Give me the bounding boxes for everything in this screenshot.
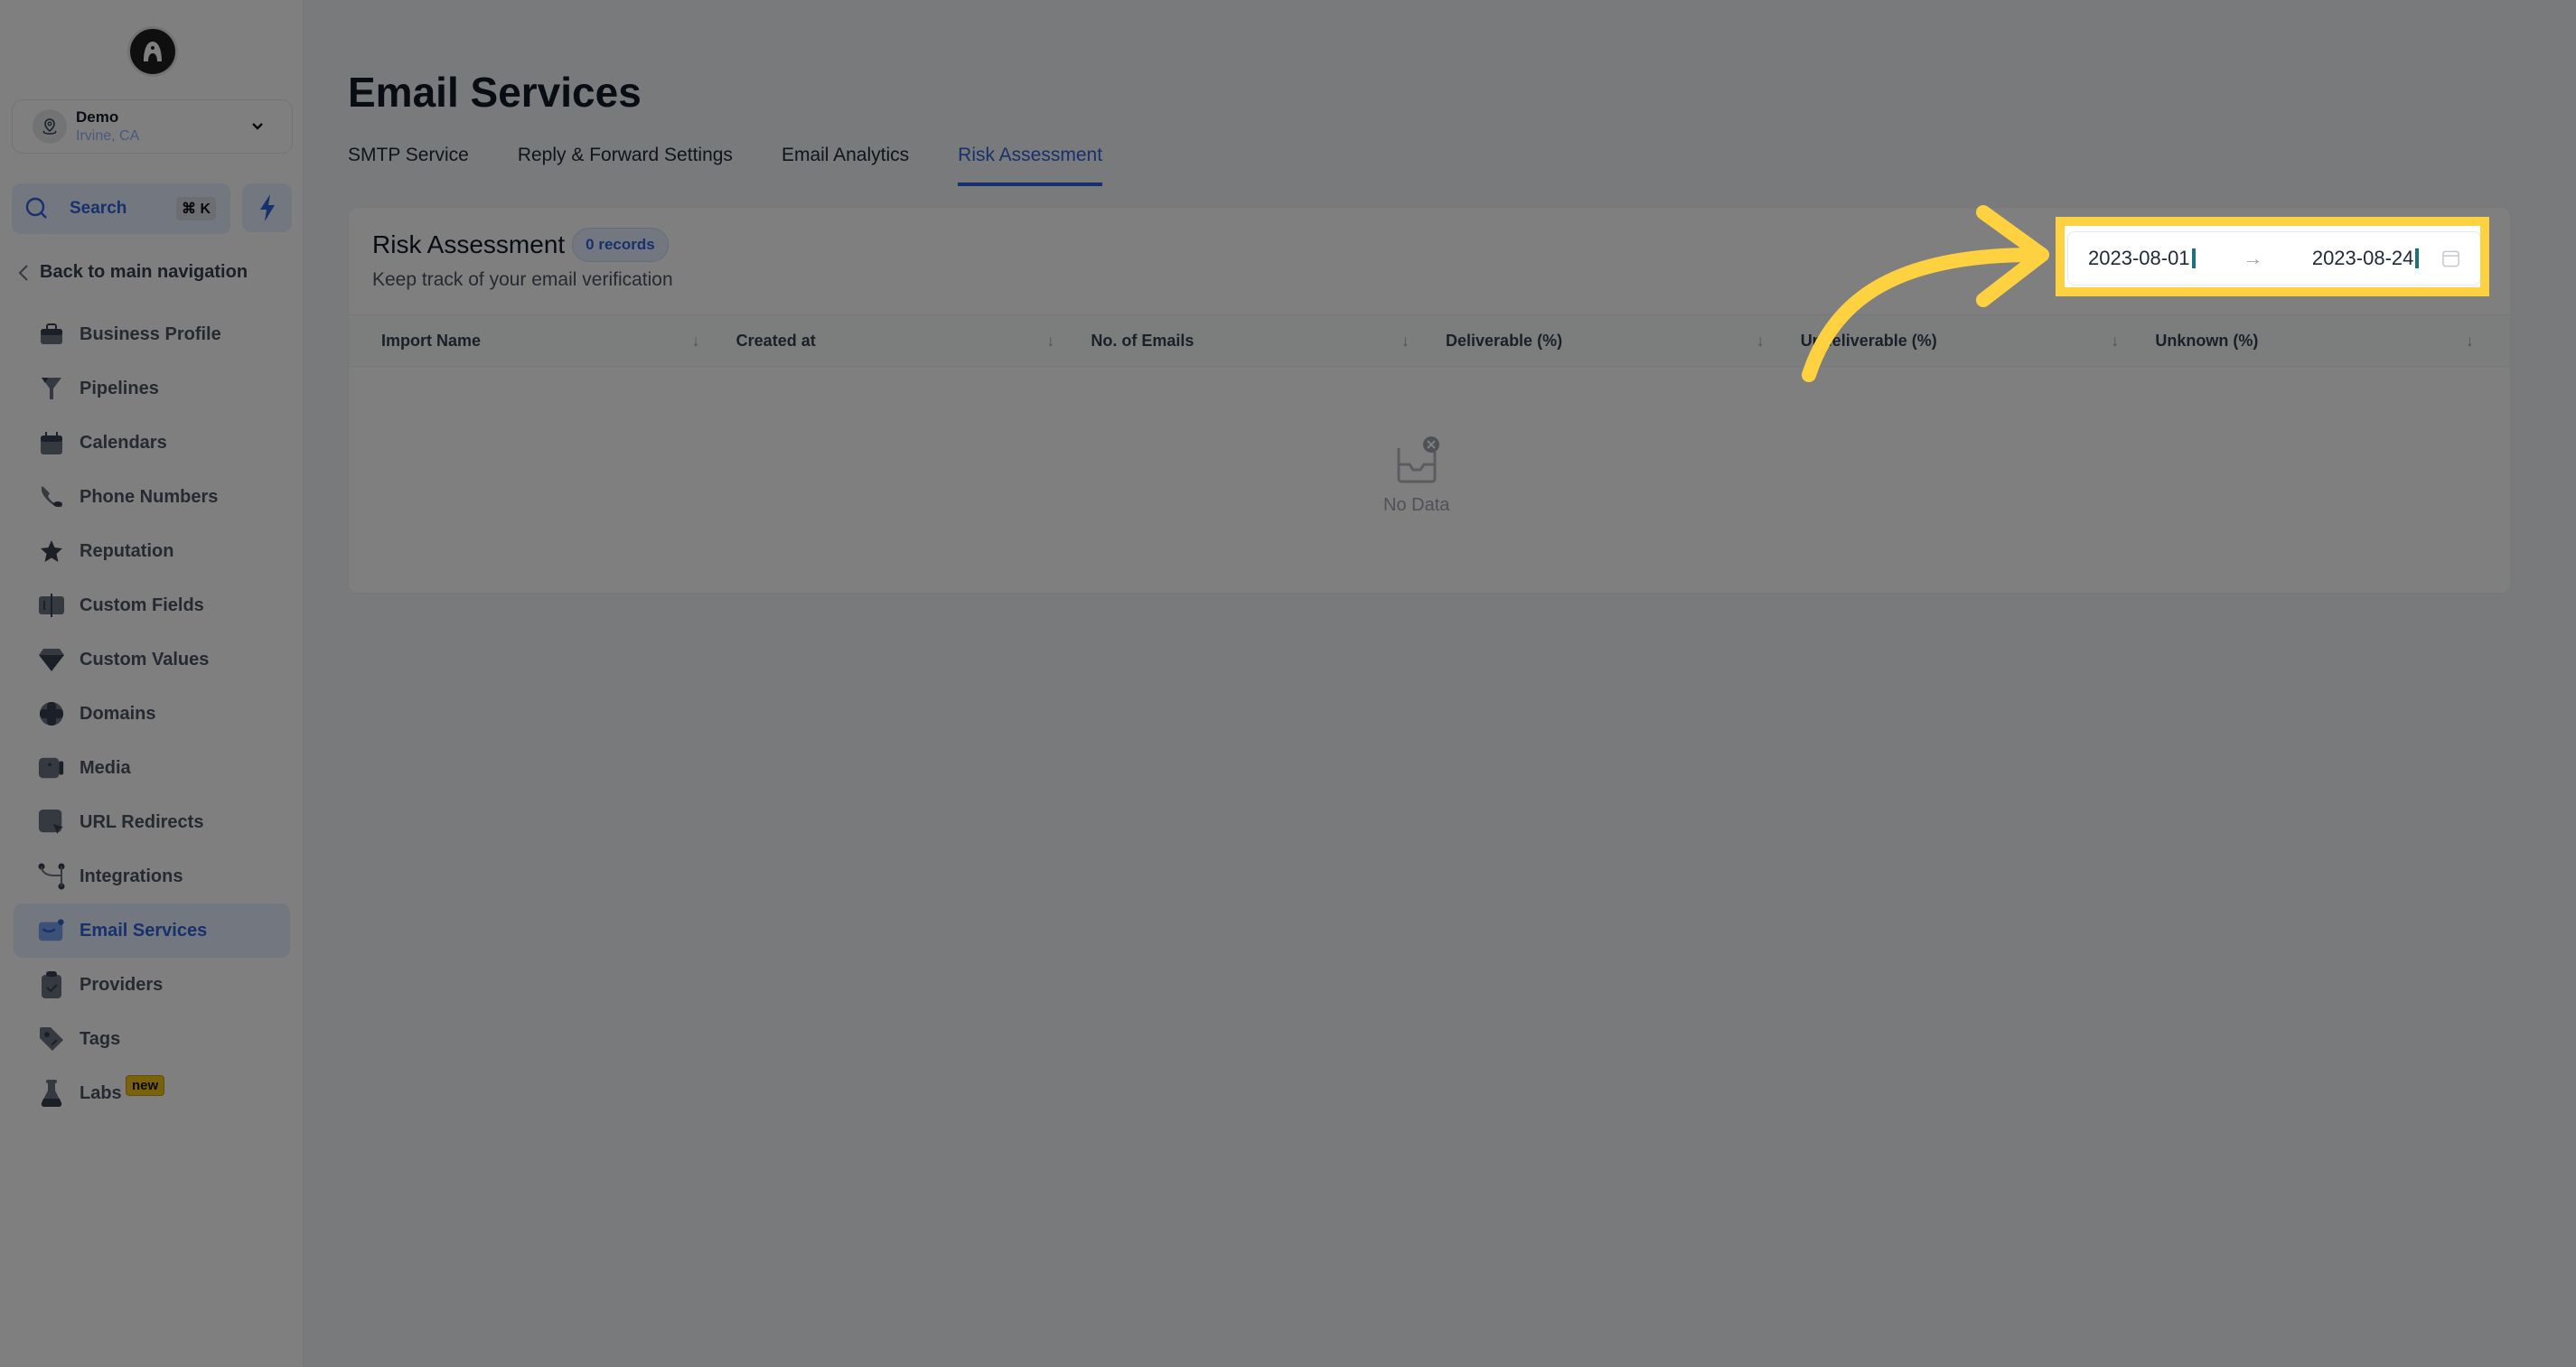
nav-label: Pipelines [80, 378, 159, 398]
nav-label: Calendars [80, 432, 167, 453]
column-import-name[interactable]: Import Name ↓ [381, 315, 736, 366]
nav-label: Custom Values [80, 649, 210, 669]
sidebar-item-calendars[interactable]: Calendars [14, 416, 290, 470]
globe-icon [38, 700, 65, 727]
location-pin-icon [33, 109, 67, 144]
tab-reply-forward-settings[interactable]: Reply & Forward Settings [518, 145, 733, 186]
empty-state-text: No Data [1383, 495, 1450, 515]
sidebar-item-tags[interactable]: Tags [14, 1012, 290, 1066]
column-label: Unknown (%) [2155, 331, 2259, 350]
sidebar-item-pipelines[interactable]: Pipelines [14, 361, 290, 416]
tag-icon [38, 1025, 65, 1053]
column-no-of-emails[interactable]: No. of Emails ↓ [1091, 315, 1446, 366]
nav-label: Media [80, 757, 131, 778]
column-undeliverable[interactable]: Undeliverable (%) ↓ [1801, 315, 2156, 366]
search-label: Search [70, 199, 127, 218]
sidebar-item-providers[interactable]: Providers [14, 958, 290, 1012]
card-subtitle: Keep track of your email verification [372, 269, 673, 290]
empty-inbox-icon [1397, 436, 1439, 483]
nav-label: Tags [80, 1028, 121, 1049]
account-switcher[interactable]: Demo Irvine, CA [12, 99, 293, 154]
clipboard-icon [38, 971, 65, 998]
sidebar-item-business-profile[interactable]: Business Profile [14, 307, 290, 361]
calendar-icon [38, 429, 65, 456]
empty-state: No Data [1383, 435, 1449, 516]
video-icon [38, 754, 65, 782]
chevron-down-icon [252, 123, 263, 130]
star-icon [38, 538, 65, 565]
tab-smtp-service[interactable]: SMTP Service [348, 145, 469, 186]
sidebar-item-custom-values[interactable]: Custom Values [14, 632, 290, 687]
nav-label: Email Services [80, 920, 208, 941]
column-label: Deliverable (%) [1446, 331, 1563, 350]
column-created-at[interactable]: Created at ↓ [736, 315, 1091, 366]
chevron-left-icon [18, 264, 28, 281]
sidebar-item-custom-fields[interactable]: Custom Fields [14, 578, 290, 632]
integrations-icon [38, 863, 65, 890]
tab-risk-assessment[interactable]: Risk Assessment [958, 145, 1103, 186]
mail-icon [38, 917, 65, 944]
nav-label: Business Profile [80, 323, 221, 344]
sort-arrow-icon[interactable]: ↓ [2111, 332, 2119, 351]
column-unknown[interactable]: Unknown (%) ↓ [2155, 315, 2510, 366]
records-count-badge: 0 records [572, 228, 669, 262]
sidebar-item-reputation[interactable]: Reputation [14, 524, 290, 578]
nav-label: Domains [80, 703, 156, 724]
nav-label: Providers [80, 974, 164, 995]
redirect-icon [38, 809, 65, 836]
search-button[interactable]: Search ⌘ K [12, 183, 230, 234]
fields-icon [38, 592, 65, 619]
settings-nav: Business Profile Pipelines Calendars Pho… [14, 307, 290, 1120]
quick-actions-button[interactable] [242, 183, 292, 232]
column-label: Undeliverable (%) [1800, 331, 1937, 350]
sidebar-item-media[interactable]: Media [14, 741, 290, 795]
column-label: No. of Emails [1091, 331, 1194, 350]
sidebar-item-integrations[interactable]: Integrations [14, 849, 290, 904]
column-deliverable[interactable]: Deliverable (%) ↓ [1446, 315, 1801, 366]
nav-label: URL Redirects [80, 811, 204, 832]
sort-arrow-icon[interactable]: ↓ [1756, 332, 1765, 351]
app-logo[interactable] [127, 26, 178, 77]
nav-label: Custom Fields [80, 595, 204, 615]
nav-label: Labs [80, 1082, 122, 1103]
sidebar-item-phone-numbers[interactable]: Phone Numbers [14, 470, 290, 524]
lightning-icon [259, 194, 275, 221]
phone-icon [38, 483, 65, 510]
new-badge: new [126, 1075, 165, 1096]
nav-label: Reputation [80, 540, 174, 561]
briefcase-icon [38, 321, 65, 348]
sidebar-item-url-redirects[interactable]: URL Redirects [14, 795, 290, 849]
tab-email-analytics[interactable]: Email Analytics [782, 145, 909, 186]
search-shortcut: ⌘ K [176, 197, 216, 220]
sort-arrow-icon[interactable]: ↓ [1046, 332, 1054, 351]
funnel-icon [38, 375, 65, 402]
highlight-box [2056, 217, 2489, 296]
card-title: Risk Assessment 0 records [372, 228, 669, 262]
sort-arrow-icon[interactable]: ↓ [2466, 332, 2474, 351]
back-label: Back to main navigation [40, 262, 248, 282]
column-label: Import Name [381, 331, 482, 350]
sort-arrow-icon[interactable]: ↓ [1401, 332, 1410, 351]
sidebar: Demo Irvine, CA Search ⌘ K Back to main … [0, 0, 304, 1367]
sidebar-item-email-services[interactable]: Email Services [14, 904, 290, 958]
card-title-text: Risk Assessment [372, 230, 566, 258]
search-icon [25, 197, 47, 219]
table-header: Import Name ↓ Created at ↓ No. of Emails ↓ … [349, 314, 2510, 367]
nav-label: Integrations [80, 866, 183, 886]
diamond-icon [38, 646, 65, 673]
nav-label: Phone Numbers [80, 486, 219, 507]
account-location: Irvine, CA [76, 128, 140, 144]
back-to-main-nav-link[interactable]: Back to main navigation [18, 262, 248, 283]
page-title: Email Services [348, 69, 642, 116]
logo-icon [144, 42, 162, 61]
sidebar-item-domains[interactable]: Domains [14, 687, 290, 741]
sort-arrow-icon[interactable]: ↓ [692, 332, 700, 351]
flask-icon [38, 1080, 65, 1108]
column-label: Created at [735, 331, 816, 350]
tab-bar: SMTP Service Reply & Forward Settings Em… [348, 145, 1103, 186]
account-name: Demo [76, 108, 119, 126]
sidebar-item-labs[interactable]: Labs new [14, 1066, 290, 1120]
dim-overlay [0, 0, 2576, 1367]
